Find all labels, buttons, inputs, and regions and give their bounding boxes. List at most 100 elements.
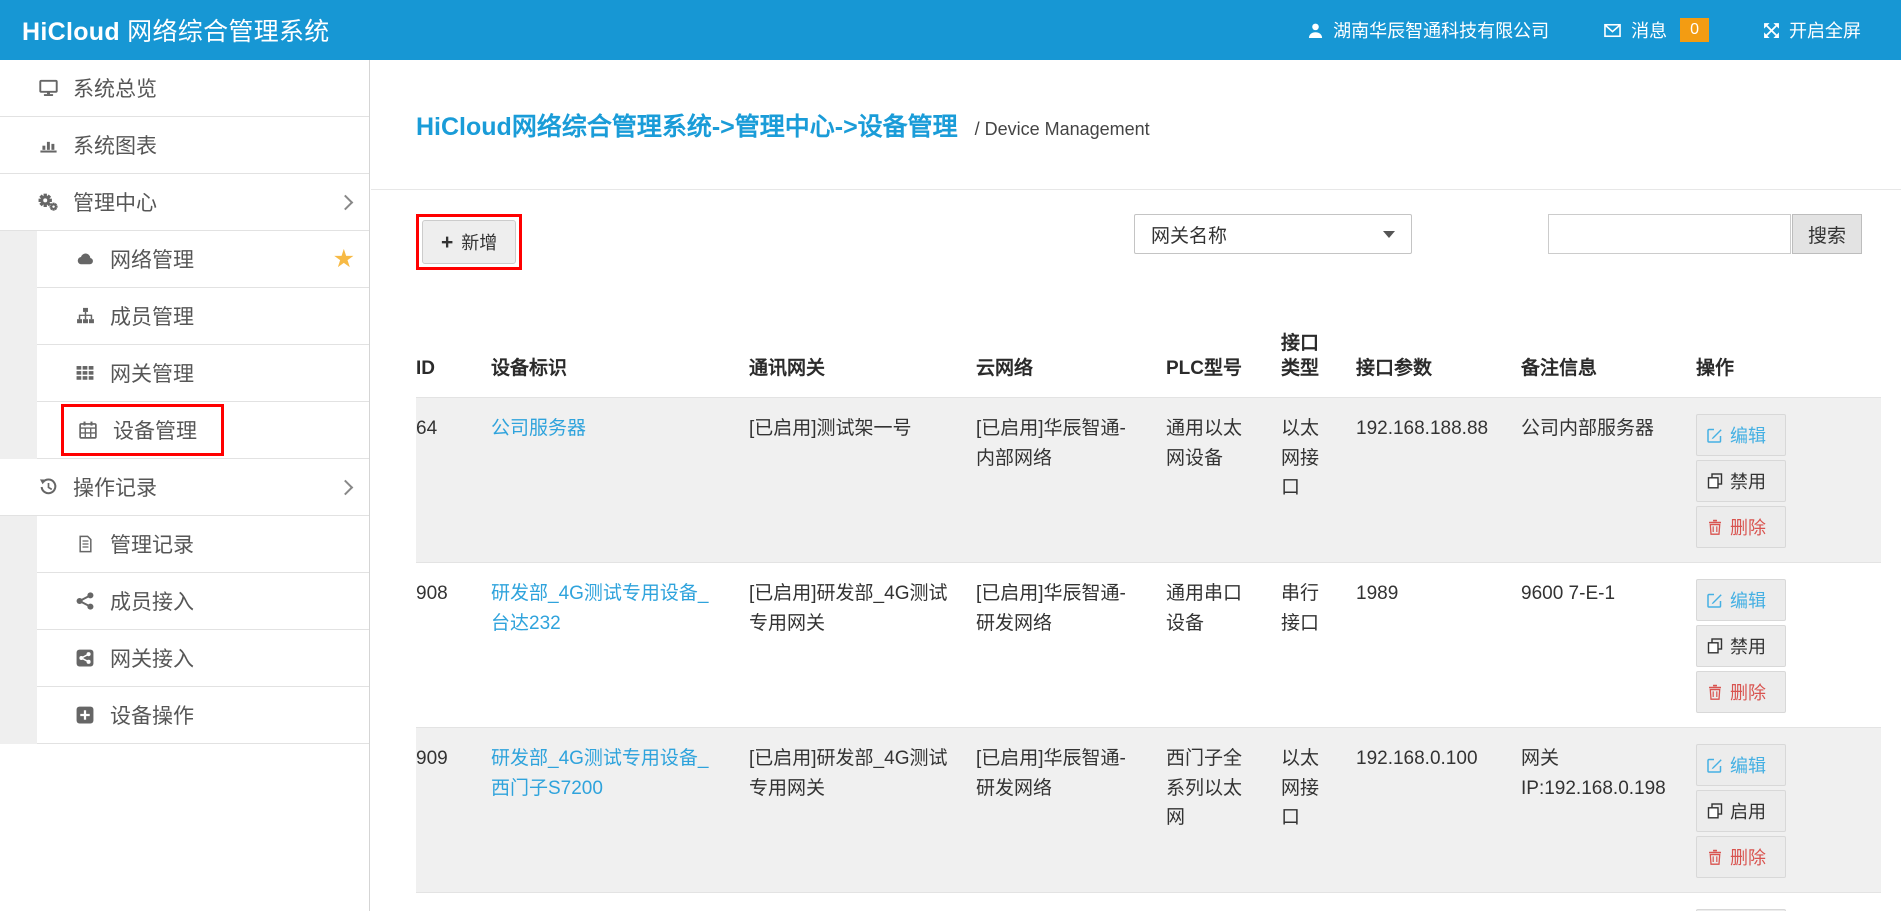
cell-interface-type: 以太网接口 [1281, 728, 1356, 893]
cell-device: 研发部_4G测试专用设备_西门子S7200 [491, 728, 749, 893]
topbar-right: 湖南华辰智通科技有限公司 消息 0 开启全屏 [1307, 17, 1861, 43]
page-title: HiCloud网络综合管理系统->管理中心->设备管理 / Device Man… [416, 106, 1150, 143]
sidebar-item-7[interactable]: 操作记录 [0, 459, 369, 516]
edit-icon [1707, 757, 1723, 773]
brand[interactable]: HiCloud 网络综合管理系统 [22, 12, 330, 48]
column-header-8: 操作 [1696, 326, 1881, 398]
share-square-icon [73, 649, 97, 667]
filter-select[interactable]: 网关名称 [1134, 214, 1412, 254]
sidebar-item-inner: 操作记录 [36, 472, 157, 502]
table-row: 909研发部_4G测试专用设备_西门子S7200[已启用]研发部_4G测试专用网… [416, 728, 1881, 893]
file-icon [73, 535, 97, 553]
sidebar-item-label: 管理中心 [73, 187, 157, 217]
cell-cloud-network: [已启用]华辰智通-研发网络 [976, 563, 1166, 728]
sidebar-item-inner: 成员管理 [73, 301, 194, 331]
sidebar-item-2[interactable]: 管理中心 [0, 174, 369, 231]
sidebar-item-9[interactable]: 成员接入 [37, 573, 369, 630]
add-device-button[interactable]: + 新增 [422, 220, 516, 264]
cell-actions: 编辑禁用删除 [1696, 563, 1881, 728]
clone-icon [1707, 803, 1723, 819]
table-row: 9712016湖南物联网峰会演示箱[已启用]2016湖南物联网峰会[已启用]华辰… [416, 893, 1881, 911]
annotation-box-sidebar: 设备管理 [61, 404, 224, 456]
search-button[interactable]: 搜索 [1792, 214, 1862, 254]
sidebar-item-label: 管理记录 [110, 529, 194, 559]
sidebar-item-1[interactable]: 系统图表 [0, 117, 369, 174]
device-link[interactable]: 研发部_4G测试专用设备_西门子S7200 [491, 748, 708, 798]
user-icon [1307, 22, 1324, 39]
cell-actions: 编辑启用删除 [1696, 728, 1881, 893]
add-device-label: 新增 [461, 229, 497, 255]
delete-button[interactable]: 删除 [1696, 836, 1786, 878]
sidebar-item-3[interactable]: 网络管理★ [37, 231, 369, 288]
sidebar-item-11[interactable]: 设备操作 [37, 687, 369, 744]
edit-button[interactable]: 编辑 [1696, 414, 1786, 456]
sidebar-item-inner: 网关接入 [73, 643, 194, 673]
cell-note: 9600 7-E-1 [1521, 563, 1696, 728]
cell-note: 公司内部服务器 [1521, 398, 1696, 563]
account-menu[interactable]: 湖南华辰智通科技有限公司 [1307, 17, 1549, 43]
cell-gateway: [已启用]研发部_4G测试专用网关 [749, 563, 976, 728]
sidebar-item-4[interactable]: 成员管理 [37, 288, 369, 345]
fullscreen-toggle[interactable]: 开启全屏 [1763, 17, 1861, 43]
cell-interface-param: 192.168.0.100 [1356, 728, 1521, 893]
toggle-button[interactable]: 禁用 [1696, 625, 1786, 667]
delete-button[interactable]: 删除 [1696, 671, 1786, 713]
sidebar-item-6[interactable]: 设备管理 [37, 402, 369, 459]
device-link[interactable]: 公司服务器 [491, 418, 586, 439]
column-header-2: 通讯网关 [749, 326, 976, 398]
delete-button[interactable]: 删除 [1696, 506, 1786, 548]
company-name: 湖南华辰智通科技有限公司 [1333, 17, 1549, 43]
cell-plc-model: 通用以太网设备 [1166, 398, 1281, 563]
sidebar-item-label: 网关接入 [110, 643, 194, 673]
cell-interface-param: 100.100.4.2 [1356, 893, 1521, 911]
sidebar-item-inner: 网络管理 [73, 244, 194, 274]
cell-gateway: [已启用]2016湖南物联网峰会 [749, 893, 976, 911]
action-label: 删除 [1730, 679, 1766, 705]
calendar-icon [76, 421, 100, 439]
column-header-4: PLC型号 [1166, 326, 1281, 398]
envelope-icon [1603, 22, 1622, 39]
history-icon [36, 478, 60, 496]
sidebar-item-0[interactable]: 系统总览 [0, 60, 369, 117]
cell-device: 研发部_4G测试专用设备_台达232 [491, 563, 749, 728]
toggle-button[interactable]: 禁用 [1696, 460, 1786, 502]
cell-interface-type: 以太网接口 [1281, 398, 1356, 563]
action-label: 删除 [1730, 844, 1766, 870]
sidebar-item-label: 操作记录 [73, 472, 157, 502]
action-label: 启用 [1730, 798, 1766, 824]
trash-icon [1707, 684, 1723, 700]
action-label: 编辑 [1730, 587, 1766, 613]
table-body: 64公司服务器[已启用]测试架一号[已启用]华辰智通-内部网络通用以太网设备以太… [416, 398, 1881, 911]
edit-button[interactable]: 编辑 [1696, 579, 1786, 621]
table-row: 908研发部_4G测试专用设备_台达232[已启用]研发部_4G测试专用网关[已… [416, 563, 1881, 728]
cell-cloud-network: [已启用]华辰智通-研发网络 [976, 728, 1166, 893]
edit-icon [1707, 592, 1723, 608]
sidebar-item-label: 系统总览 [73, 73, 157, 103]
column-header-6: 接口参数 [1356, 326, 1521, 398]
cell-note: 中国电信2016湖南物联网峰会 [1521, 893, 1696, 911]
sidebar-item-label: 系统图表 [73, 130, 157, 160]
toggle-button[interactable]: 启用 [1696, 790, 1786, 832]
sidebar-item-5[interactable]: 网关管理 [37, 345, 369, 402]
sidebar: 系统总览系统图表管理中心网络管理★ 成员管理网关管理设备管理操作记录管理记录成员接… [0, 60, 370, 911]
page-head: HiCloud网络综合管理系统->管理中心->设备管理 / Device Man… [371, 60, 1901, 190]
messages-menu[interactable]: 消息 0 [1603, 17, 1709, 43]
sidebar-item-10[interactable]: 网关接入 [37, 630, 369, 687]
brand-name: HiCloud [22, 18, 120, 46]
toolbar: + 新增 网关名称 搜索 [416, 214, 1862, 270]
cell-interface-type: 串行接口 [1281, 563, 1356, 728]
cell-interface-param: 1989 [1356, 563, 1521, 728]
search-input[interactable] [1548, 214, 1791, 254]
cell-interface-param: 192.168.188.88 [1356, 398, 1521, 563]
sidebar-item-8[interactable]: 管理记录 [37, 516, 369, 573]
sidebar-item-label: 设备操作 [110, 700, 194, 730]
grid-icon [73, 364, 97, 382]
sidebar-item-label: 网络管理 [110, 244, 194, 274]
edit-button[interactable]: 编辑 [1696, 744, 1786, 786]
action-label: 编辑 [1730, 422, 1766, 448]
device-link[interactable]: 研发部_4G测试专用设备_台达232 [491, 583, 708, 633]
sidebar-nav: 系统总览系统图表管理中心网络管理★ 成员管理网关管理设备管理操作记录管理记录成员接… [0, 60, 369, 744]
chevron-right-icon [338, 479, 354, 495]
sidebar-item-label: 网关管理 [110, 358, 194, 388]
brand-subtitle: 网络综合管理系统 [127, 18, 329, 46]
